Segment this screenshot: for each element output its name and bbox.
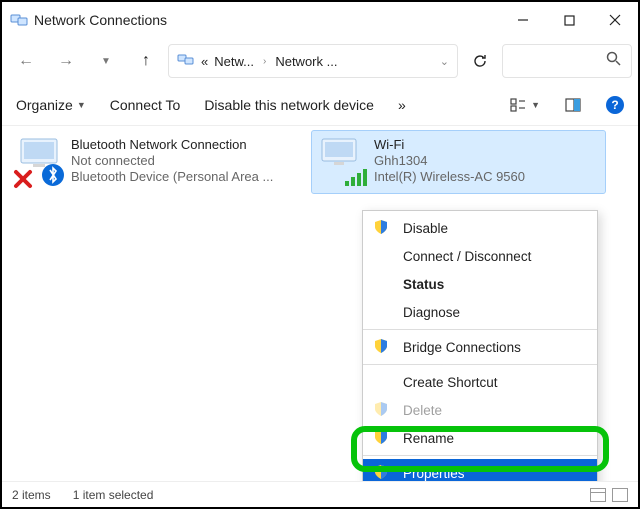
up-button[interactable]: ↑ [128,43,164,79]
ctx-status[interactable]: Status [363,270,597,298]
ctx-delete: Delete [363,396,597,424]
status-bar: 2 items 1 item selected [2,481,638,507]
shield-icon [373,338,389,357]
window-title: Network Connections [34,12,167,28]
refresh-button[interactable] [462,44,498,78]
ctx-diagnose[interactable]: Diagnose [363,298,597,326]
bluetooth-icon [41,163,65,187]
shield-icon [373,464,389,483]
network-icon [10,11,28,29]
ctx-create-shortcut[interactable]: Create Shortcut [363,368,597,396]
search-icon [606,51,621,71]
view-button[interactable]: ▼ [509,96,540,114]
adapter-name: Wi-Fi [374,137,525,153]
details-view-button[interactable] [590,488,606,502]
adapter-wifi[interactable]: Wi-Fi Ghh1304 Intel(R) Wireless-AC 9560 [311,130,606,194]
adapter-list: Bluetooth Network Connection Not connect… [2,126,638,198]
breadcrumb-prefix: « [201,54,208,69]
close-button[interactable] [592,2,638,38]
forward-button[interactable]: → [48,43,84,79]
ctx-connect-disconnect[interactable]: Connect / Disconnect [363,242,597,270]
adapter-ssid: Ghh1304 [374,153,525,169]
ctx-bridge[interactable]: Bridge Connections [363,333,597,361]
network-icon [177,53,195,70]
organize-menu[interactable]: Organize▼ [16,97,86,113]
separator [363,329,597,330]
disable-device-button[interactable]: Disable this network device [204,97,374,113]
adapter-bluetooth[interactable]: Bluetooth Network Connection Not connect… [8,130,303,194]
breadcrumb[interactable]: « Netw... › Network ... ⌄ [168,44,458,78]
shield-icon [373,429,389,448]
large-icons-view-button[interactable] [612,488,628,502]
preview-pane-button[interactable] [564,96,582,114]
help-button[interactable]: ? [606,96,624,114]
breadcrumb-part[interactable]: Netw... [214,54,254,69]
separator [363,364,597,365]
chevron-down-icon[interactable]: ⌄ [440,55,449,68]
adapter-status: Not connected [71,153,273,169]
search-input[interactable] [502,44,632,78]
chevron-right-icon: › [260,56,269,67]
adapter-device: Bluetooth Device (Personal Area ... [71,169,273,185]
disconnected-x-icon [13,169,33,189]
shield-icon [373,401,389,420]
separator [363,455,597,456]
selection-count: 1 item selected [73,488,154,502]
breadcrumb-part[interactable]: Network ... [275,54,337,69]
signal-bars-icon [344,167,370,187]
recent-button[interactable]: ▼ [88,43,124,79]
item-count: 2 items [12,488,51,502]
adapter-device: Intel(R) Wireless-AC 9560 [374,169,525,185]
maximize-button[interactable] [546,2,592,38]
overflow-button[interactable]: » [398,97,406,113]
view-icon [509,96,527,114]
back-button[interactable]: ← [8,43,44,79]
connect-to-button[interactable]: Connect To [110,97,181,113]
command-bar: Organize▼ Connect To Disable this networ… [2,84,638,126]
ctx-disable[interactable]: Disable [363,214,597,242]
navigation-row: ← → ▼ ↑ « Netw... › Network ... ⌄ [2,38,638,84]
ctx-rename[interactable]: Rename [363,424,597,452]
context-menu: Disable Connect / Disconnect Status Diag… [362,210,598,491]
shield-icon [373,219,389,238]
titlebar: Network Connections [2,2,638,38]
minimize-button[interactable] [500,2,546,38]
adapter-name: Bluetooth Network Connection [71,137,273,153]
